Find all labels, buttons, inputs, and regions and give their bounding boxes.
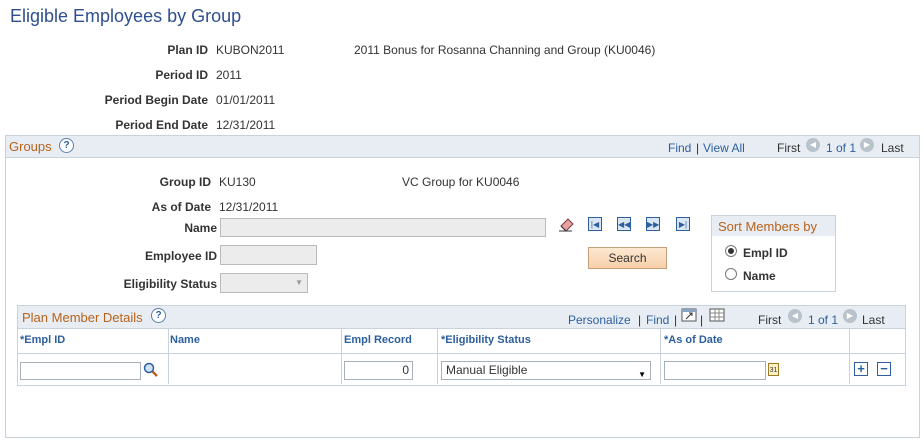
row-empl-id-input[interactable] xyxy=(20,362,141,380)
delete-row-button[interactable]: − xyxy=(877,362,891,376)
details-separator-2: | xyxy=(674,313,678,327)
period-id-value: 2011 xyxy=(216,68,242,82)
sort-name-label: Name xyxy=(743,269,776,283)
plan-id-value: KUBON2011 xyxy=(216,43,285,57)
col-header-as-of-date[interactable]: *As of Date xyxy=(664,334,723,346)
col-divider xyxy=(168,329,169,384)
period-end-value: 12/31/2011 xyxy=(216,118,276,132)
dropdown-arrow-icon: ▼ xyxy=(295,278,303,287)
sort-empl-id-radio[interactable] xyxy=(725,245,737,257)
groups-find-link[interactable]: Find xyxy=(668,141,691,155)
groups-first-label: First xyxy=(777,141,801,155)
next-record-button[interactable]: ▶▶ xyxy=(646,217,660,231)
group-id-label: Group ID xyxy=(159,175,211,189)
page-title: Eligible Employees by Group xyxy=(10,6,242,26)
details-separator-3: | xyxy=(700,313,704,327)
groups-help-icon[interactable]: ? xyxy=(59,138,74,153)
add-row-button[interactable]: + xyxy=(854,362,868,376)
previous-record-button[interactable]: ◀◀ xyxy=(617,217,631,231)
groups-counter: 1 of 1 xyxy=(826,141,857,155)
download-to-spreadsheet-icon[interactable] xyxy=(709,308,725,322)
groups-view-all-link[interactable]: View All xyxy=(703,141,745,155)
first-record-button[interactable]: |◀ xyxy=(588,217,602,231)
eligibility-status-label: Eligibility Status xyxy=(123,277,217,291)
lookup-search-icon[interactable] xyxy=(143,362,159,378)
col-header-eligibility-status[interactable]: *Eligibility Status xyxy=(441,334,531,346)
name-label: Name xyxy=(184,221,217,235)
row-empl-record-input[interactable]: 0 xyxy=(344,361,413,380)
name-input[interactable] xyxy=(220,218,546,237)
col-divider xyxy=(660,329,661,384)
groups-title: Groups xyxy=(9,139,52,154)
sort-name-radio[interactable] xyxy=(725,268,737,280)
as-of-date-value: 12/31/2011 xyxy=(219,200,279,214)
period-begin-label: Period Begin Date xyxy=(104,93,208,107)
col-divider xyxy=(341,329,342,384)
period-begin-value: 01/01/2011 xyxy=(216,93,276,107)
col-divider xyxy=(849,329,850,384)
col-header-name[interactable]: Name xyxy=(170,334,200,346)
employee-id-input[interactable] xyxy=(220,245,317,265)
group-id-value: KU130 xyxy=(219,175,256,189)
row-as-of-date-input[interactable] xyxy=(664,361,766,380)
details-help-icon[interactable]: ? xyxy=(151,308,166,323)
details-separator: | xyxy=(638,313,642,327)
group-description: VC Group for KU0046 xyxy=(402,175,520,189)
eligibility-status-select[interactable]: ▼ xyxy=(220,273,308,293)
groups-prev-icon[interactable]: ◀ xyxy=(806,138,820,152)
search-button[interactable]: Search xyxy=(588,247,667,269)
employee-id-label: Employee ID xyxy=(144,249,217,263)
groups-last-label: Last xyxy=(881,141,904,155)
details-last-label: Last xyxy=(862,313,885,327)
calendar-icon[interactable]: 31 xyxy=(768,363,779,376)
details-first-label: First xyxy=(758,313,782,327)
groups-next-icon[interactable]: ▶ xyxy=(860,138,874,152)
row-eligibility-status-value: Manual Eligible xyxy=(446,363,528,377)
last-record-button[interactable]: ▶| xyxy=(676,217,690,231)
col-divider xyxy=(437,329,438,384)
plan-description: 2011 Bonus for Rosanna Channing and Grou… xyxy=(354,43,656,57)
details-find-link[interactable]: Find xyxy=(646,313,669,327)
details-next-icon[interactable]: ▶ xyxy=(843,309,857,323)
dropdown-arrow-icon: ▼ xyxy=(638,370,646,379)
header-row-divider xyxy=(18,353,905,354)
plan-id-label: Plan ID xyxy=(167,43,208,57)
row-eligibility-status-select[interactable]: Manual Eligible ▼ xyxy=(441,361,651,380)
as-of-date-label: As of Date xyxy=(151,200,211,214)
period-id-label: Period ID xyxy=(155,68,208,82)
col-header-empl-id[interactable]: *Empl ID xyxy=(20,334,65,346)
eraser-icon[interactable] xyxy=(558,216,576,232)
col-header-empl-record[interactable]: Empl Record xyxy=(344,334,412,346)
details-counter: 1 of 1 xyxy=(808,313,839,327)
sort-empl-id-label: Empl ID xyxy=(743,246,788,260)
sort-members-title: Sort Members by xyxy=(718,219,817,234)
details-title: Plan Member Details xyxy=(22,310,143,325)
period-end-label: Period End Date xyxy=(115,118,208,132)
details-prev-icon[interactable]: ◀ xyxy=(788,309,802,323)
view-in-new-window-icon[interactable] xyxy=(681,308,697,322)
personalize-link[interactable]: Personalize xyxy=(568,313,631,327)
groups-separator: | xyxy=(696,141,700,155)
